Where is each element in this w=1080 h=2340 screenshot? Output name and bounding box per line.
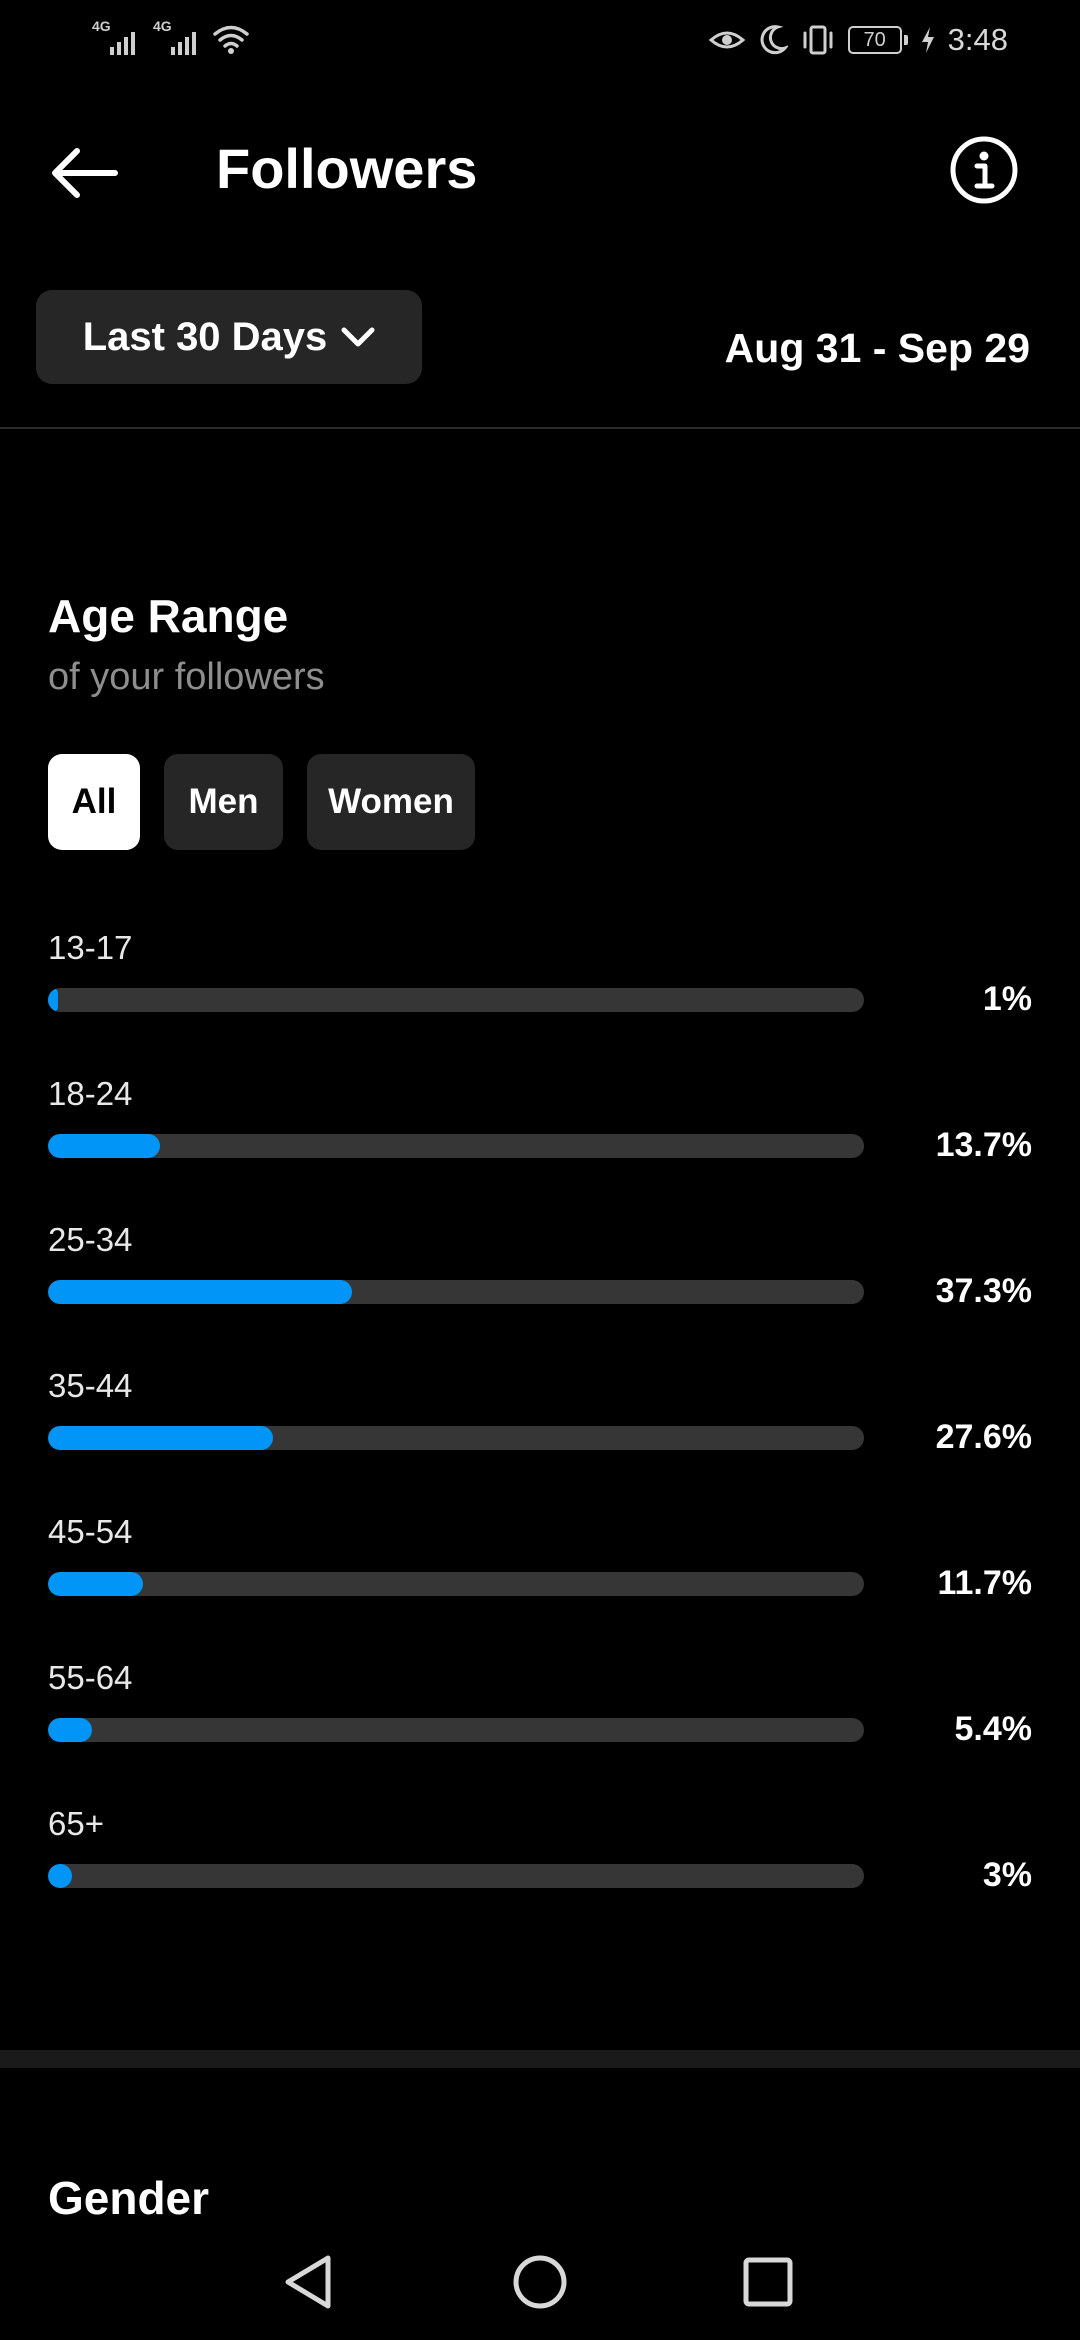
triangle-back-icon [285, 2255, 331, 2309]
tab-women[interactable]: Women [307, 754, 475, 850]
signal-icon: 4G [92, 18, 135, 55]
age-percent: 13.7% [935, 1126, 1032, 1164]
age-bar-track [48, 1134, 864, 1158]
status-left: 4G 4G [92, 18, 250, 55]
status-right: 70 3:48 [708, 22, 1008, 58]
arrow-left-icon [52, 148, 118, 198]
status-time: 3:48 [947, 22, 1008, 57]
age-label: 13-17 [48, 929, 133, 966]
age-row-55-64: 55-64 5.4% [48, 1658, 1032, 1804]
signal-icon: 4G [153, 18, 196, 55]
network-type: 4G [153, 18, 172, 34]
age-bar-track [48, 1864, 864, 1888]
age-percent: 1% [982, 980, 1032, 1018]
age-percent: 37.3% [935, 1272, 1032, 1310]
age-label: 55-64 [48, 1659, 133, 1696]
age-label: 35-44 [48, 1367, 133, 1404]
age-label: 65+ [48, 1805, 104, 1842]
date-range-dropdown[interactable]: Last 30 Days [36, 290, 422, 384]
eye-comfort-icon [708, 31, 745, 49]
nav-recents-button[interactable] [736, 2250, 800, 2314]
age-bar-fill [48, 1718, 93, 1742]
nav-home-button[interactable] [508, 2250, 572, 2314]
wifi-icon [213, 25, 249, 54]
battery-level: 70 [847, 26, 902, 54]
page-title: Followers [216, 137, 478, 200]
age-bar-fill [48, 1572, 144, 1596]
section-separator [0, 2050, 1080, 2068]
age-bar-track [48, 1280, 864, 1304]
age-percent: 11.7% [937, 1564, 1032, 1602]
square-recents-icon [743, 2257, 793, 2307]
age-row-45-54: 45-54 11.7% [48, 1512, 1032, 1658]
age-row-13-17: 13-17 1% [48, 928, 1032, 1074]
info-button[interactable] [948, 134, 1020, 206]
age-bar-fill [48, 1864, 73, 1888]
vibrate-icon [803, 25, 833, 55]
followers-screen: 4G 4G 70 3:48 Followers Last 30 Days Aug… [0, 0, 1080, 2340]
gender-title: Gender [48, 2172, 210, 2224]
circle-home-icon [513, 2255, 567, 2309]
status-bar: 4G 4G 70 3:48 [0, 0, 1080, 84]
info-icon [950, 136, 1018, 204]
age-row-35-44: 35-44 27.6% [48, 1366, 1032, 1512]
age-bar-track [48, 1572, 864, 1596]
age-percent: 5.4% [954, 1710, 1033, 1748]
divider [0, 427, 1080, 429]
age-bar-track [48, 988, 864, 1012]
charging-icon [921, 27, 934, 53]
nav-back-button[interactable] [278, 2250, 342, 2314]
age-row-65-plus: 65+ 3% [48, 1804, 1032, 1950]
age-range-subtitle: of your followers [48, 656, 325, 698]
age-bar-fill [48, 1134, 160, 1158]
age-range-list: 13-17 1% 18-24 13.7% 25-34 37.3% 35-44 2… [48, 928, 1032, 1950]
age-row-18-24: 18-24 13.7% [48, 1074, 1032, 1220]
age-label: 18-24 [48, 1075, 133, 1112]
tab-all[interactable]: All [48, 754, 140, 850]
age-range-title: Age Range [48, 590, 289, 642]
age-bar-fill [48, 1426, 274, 1450]
age-bar-track [48, 1718, 864, 1742]
age-percent: 3% [982, 1856, 1032, 1894]
age-bar-fill [48, 988, 58, 1012]
age-bar-fill [48, 1280, 353, 1304]
network-type: 4G [92, 18, 111, 34]
age-row-25-34: 25-34 37.3% [48, 1220, 1032, 1366]
gender-filter-tabs: All Men Women [48, 754, 475, 850]
date-range-dropdown-label: Last 30 Days [82, 314, 328, 359]
age-label: 25-34 [48, 1221, 133, 1258]
age-label: 45-54 [48, 1513, 133, 1550]
system-nav-bar [0, 2220, 1080, 2340]
age-percent: 27.6% [935, 1418, 1032, 1456]
age-bar-track [48, 1426, 864, 1450]
tab-men[interactable]: Men [164, 754, 283, 850]
chevron-down-icon [341, 327, 375, 347]
back-button[interactable] [44, 138, 124, 208]
battery-icon: 70 [847, 26, 908, 54]
date-range-text: Aug 31 - Sep 29 [724, 325, 1030, 371]
moon-icon [760, 25, 788, 55]
